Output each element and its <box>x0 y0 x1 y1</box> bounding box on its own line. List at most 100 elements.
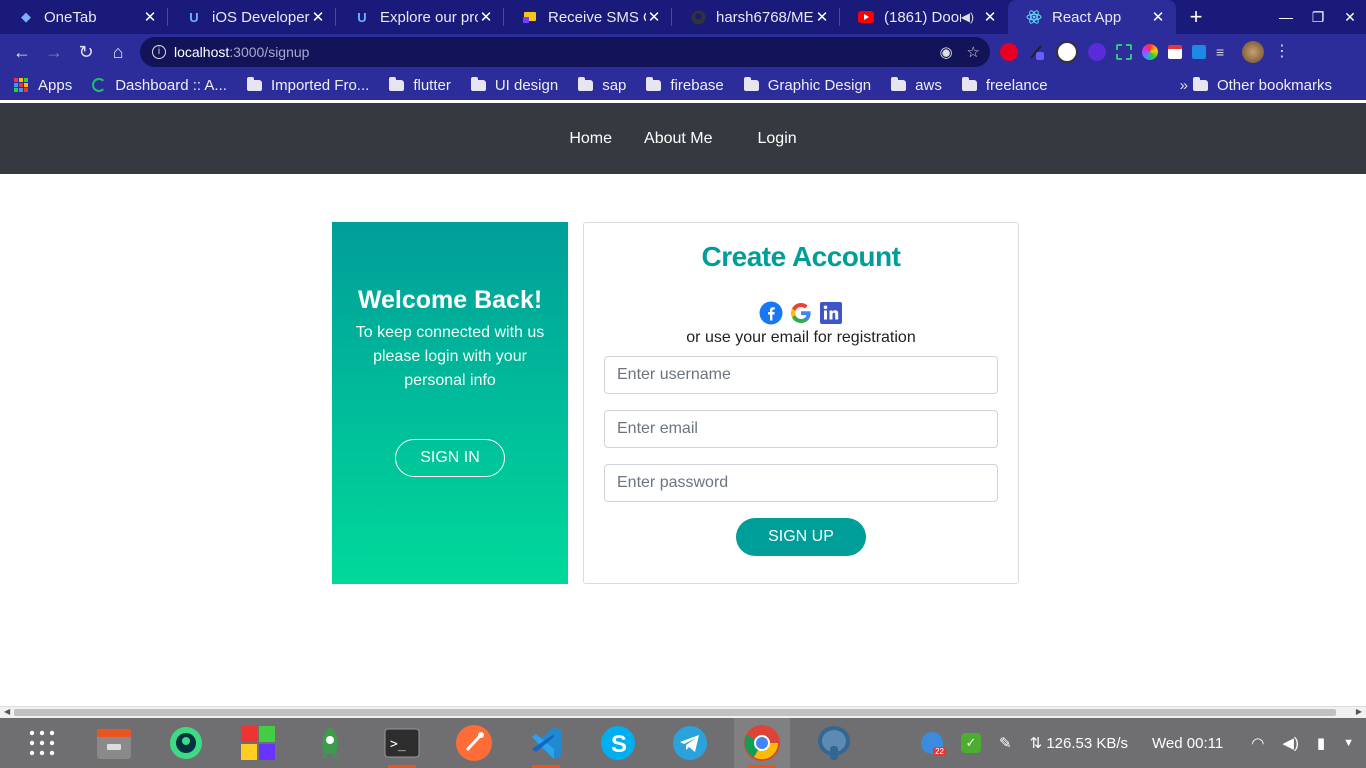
tab-receive-sms[interactable]: Receive SMS On ✕ <box>504 0 672 34</box>
scrollbar-thumb[interactable] <box>14 709 1336 716</box>
windows-vm-icon[interactable] <box>230 718 286 768</box>
tab-onetab[interactable]: ◆ OneTab ✕ <box>0 0 168 34</box>
bookmark-apps[interactable]: Apps <box>14 77 72 94</box>
speaker-icon[interactable]: ◀) <box>961 10 974 24</box>
back-arrow-icon[interactable]: ← <box>6 36 38 68</box>
bookmark-aws[interactable]: aws <box>891 76 942 94</box>
close-icon[interactable]: ✕ <box>646 8 662 26</box>
android-studio-icon[interactable] <box>158 718 214 768</box>
rocket-app-icon[interactable] <box>302 718 358 768</box>
tab-title: React App <box>1052 8 1122 26</box>
facebook-icon[interactable] <box>759 301 783 325</box>
address-bar[interactable]: i localhost :3000/signup ◉ ☆ <box>140 37 990 67</box>
pen-extension-icon[interactable] <box>1028 43 1046 61</box>
volume-icon[interactable]: ◀) <box>1282 734 1299 752</box>
scroll-right-icon[interactable]: ▶ <box>1356 707 1362 716</box>
notification-badge-icon[interactable]: 22 <box>920 732 946 756</box>
circle-extension-icon[interactable] <box>1088 43 1106 61</box>
close-icon[interactable]: ✕ <box>982 8 998 26</box>
bookmark-label: Graphic Design <box>767 76 872 94</box>
tab-extension-icon[interactable] <box>1192 45 1206 59</box>
nav-login-link[interactable]: Login <box>758 130 797 148</box>
sign-in-button[interactable]: SIGN IN <box>395 439 505 477</box>
close-icon[interactable]: ✕ <box>478 8 494 26</box>
horizontal-scrollbar[interactable]: ◀ ▶ <box>0 706 1366 718</box>
network-speed: ⇅ 126.53 KB/s <box>1029 735 1129 752</box>
profile-avatar[interactable] <box>1242 41 1264 63</box>
password-input[interactable] <box>604 464 998 502</box>
skype-icon[interactable]: S <box>590 718 646 768</box>
vscode-icon[interactable] <box>518 718 574 768</box>
capture-extension-icon[interactable] <box>1116 44 1132 60</box>
reload-icon[interactable]: ↻ <box>70 36 102 68</box>
extension-icons: ≡ ⋮ <box>1000 41 1290 63</box>
home-icon[interactable]: ⌂ <box>102 36 134 68</box>
pencil-icon[interactable]: ✎ <box>999 734 1012 752</box>
notification-count: 22 <box>933 747 946 756</box>
bookmark-graphic-design[interactable]: Graphic Design <box>743 76 872 94</box>
bookmark-firebase[interactable]: firebase <box>646 76 724 94</box>
info-icon[interactable]: i <box>152 45 166 59</box>
folder-icon <box>389 76 405 91</box>
battery-icon[interactable]: ▮ <box>1317 734 1325 752</box>
window-controls: — ❐ ✕ <box>1270 0 1366 34</box>
tab-github[interactable]: harsh6768/MER ✕ <box>672 0 840 34</box>
bookmark-ui-design[interactable]: UI design <box>470 76 558 94</box>
udemy-icon: U <box>189 9 199 25</box>
tab-ios-developer[interactable]: U iOS Developer C ✕ <box>168 0 336 34</box>
calendar-extension-icon[interactable] <box>1168 45 1182 59</box>
chrome-icon[interactable] <box>734 718 790 768</box>
bookmark-label: Imported Fro... <box>270 76 370 94</box>
scroll-left-icon[interactable]: ◀ <box>4 707 10 716</box>
show-apps-icon[interactable] <box>14 718 70 768</box>
registration-hint: or use your email for registration <box>686 329 916 346</box>
close-window-icon[interactable]: ✕ <box>1334 9 1366 26</box>
menu-kebab-icon[interactable]: ⋮ <box>1274 41 1290 63</box>
linkedin-icon[interactable] <box>819 301 843 325</box>
sign-up-button[interactable]: SIGN UP <box>736 518 866 556</box>
nav-about-link[interactable]: About Me <box>644 130 712 148</box>
new-tab-button[interactable]: + <box>1176 0 1216 34</box>
tab-react-app[interactable]: React App ✕ <box>1008 0 1176 34</box>
postman-icon[interactable] <box>446 718 502 768</box>
tab-youtube[interactable]: (1861) Door ◀) ✕ <box>840 0 1008 34</box>
media-control-icon[interactable]: ≡ <box>1216 44 1232 60</box>
cookie-icon[interactable]: ◉ <box>939 43 952 61</box>
nav-home-link[interactable]: Home <box>569 130 612 148</box>
wifi-icon[interactable]: ◠ <box>1251 734 1264 752</box>
tab-explore[interactable]: U Explore our pro ✕ <box>336 0 504 34</box>
clock[interactable]: Wed 00:11 <box>1152 735 1223 752</box>
google-icon[interactable] <box>789 301 813 325</box>
bookmark-label: aws <box>915 76 942 94</box>
pinterest-icon[interactable] <box>1000 43 1018 61</box>
dock: >_ S <box>14 718 878 768</box>
form-title: Create Account <box>701 241 901 272</box>
bookmark-freelance[interactable]: freelance <box>961 76 1048 94</box>
terminal-icon[interactable]: >_ <box>374 718 430 768</box>
check-icon[interactable]: ✓ <box>960 733 981 753</box>
username-input[interactable] <box>604 356 998 394</box>
close-icon[interactable]: ✕ <box>310 8 326 26</box>
color-picker-icon[interactable] <box>1142 44 1158 60</box>
bookmark-flutter[interactable]: flutter <box>389 76 451 94</box>
bookmark-dashboard[interactable]: Dashboard :: A... <box>92 77 227 94</box>
minimize-icon[interactable]: — <box>1270 9 1302 25</box>
telegram-icon[interactable] <box>662 718 718 768</box>
close-icon[interactable]: ✕ <box>142 8 158 26</box>
bookmark-sap[interactable]: sap <box>578 76 626 94</box>
bookmark-star-icon[interactable]: ☆ <box>967 43 980 61</box>
bookmark-imported[interactable]: Imported Fro... <box>246 76 370 94</box>
pgadmin-icon[interactable] <box>806 718 862 768</box>
more-bookmarks-chevron-icon[interactable]: » <box>1180 77 1188 94</box>
file-manager-icon[interactable] <box>86 718 142 768</box>
close-icon[interactable]: ✕ <box>814 8 830 26</box>
system-menu-chevron-icon[interactable]: ▼ <box>1343 737 1354 749</box>
folder-icon <box>961 76 977 91</box>
forward-arrow-icon[interactable]: → <box>38 36 70 68</box>
signup-form: Create Account or use your email for reg… <box>583 222 1019 584</box>
email-input[interactable] <box>604 410 998 448</box>
close-icon[interactable]: ✕ <box>1150 8 1166 26</box>
code-extension-icon[interactable] <box>1056 41 1078 63</box>
bookmark-other[interactable]: Other bookmarks <box>1192 76 1332 94</box>
restore-icon[interactable]: ❐ <box>1302 9 1334 26</box>
